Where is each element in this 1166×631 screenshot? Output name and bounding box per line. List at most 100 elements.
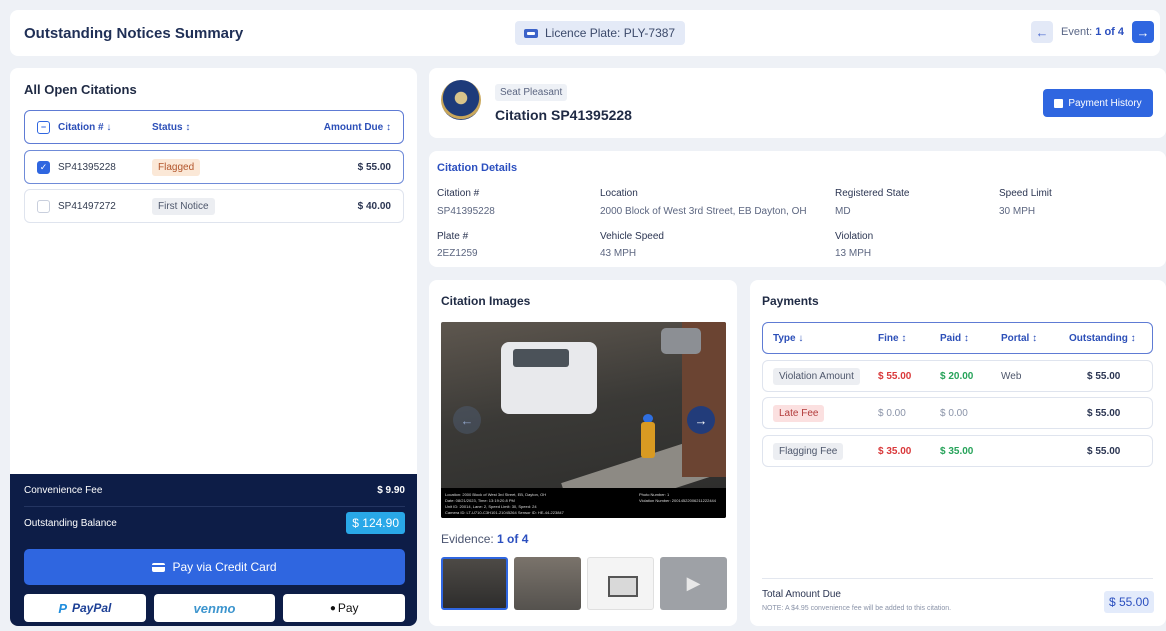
field-label: Violation xyxy=(835,231,874,242)
field-label: Plate # xyxy=(437,231,469,242)
field-value: 2EZ1259 xyxy=(437,248,478,259)
apple-pay-button[interactable]: ● Pay xyxy=(283,594,406,622)
citation-title: Citation SP41395228 xyxy=(495,107,632,123)
event-navigator: ← Event: 1 of 4 → xyxy=(1031,21,1154,43)
citation-details-heading: Citation Details xyxy=(437,162,518,174)
fine-amount: $ 35.00 xyxy=(878,445,912,457)
thumbnail[interactable] xyxy=(514,557,581,610)
payment-footer: Convenience Fee $ 9.90 Outstanding Balan… xyxy=(10,474,417,626)
convenience-fee-label: Convenience Fee xyxy=(24,485,103,496)
evidence-prefix: Evidence: xyxy=(441,532,494,546)
col-amount-due[interactable]: Amount Due ↕ xyxy=(324,122,391,133)
payment-history-button[interactable]: Payment History xyxy=(1043,89,1153,117)
select-all-checkbox[interactable]: − xyxy=(37,120,50,134)
citation-details-card: Citation Details Citation # SP41395228 L… xyxy=(429,151,1166,267)
licence-plate-icon xyxy=(524,28,538,38)
previous-image-button[interactable]: ← xyxy=(453,406,481,434)
paypal-button[interactable]: P PayPal xyxy=(24,594,146,622)
citation-images-heading: Citation Images xyxy=(441,294,531,308)
wallet-buttons: P PayPal venmo ● Pay xyxy=(24,594,406,622)
fine-amount: $ 0.00 xyxy=(878,407,906,419)
field-value: 30 MPH xyxy=(999,206,1036,217)
fine-amount: $ 55.00 xyxy=(878,370,912,382)
outstanding-balance-line: Outstanding Balance $ 124.90 xyxy=(24,512,405,534)
col-status[interactable]: Status ↕ xyxy=(152,122,190,133)
payments-heading: Payments xyxy=(762,294,819,308)
thumbnail[interactable] xyxy=(587,557,654,610)
col-type[interactable]: Type ↓ xyxy=(773,323,803,353)
payment-row: Late Fee $ 0.00 $ 0.00 $ 55.00 xyxy=(762,397,1153,429)
payment-row: Violation Amount $ 55.00 $ 20.00 Web $ 5… xyxy=(762,360,1153,392)
col-citation-number[interactable]: Citation # ↓ xyxy=(58,122,152,133)
thumbnail[interactable] xyxy=(441,557,508,610)
payment-type: Late Fee xyxy=(773,404,825,422)
payments-card: Payments Type ↓ Fine ↕ Paid ↕ Portal ↕ O… xyxy=(750,280,1166,626)
jurisdiction-tag: Seat Pleasant xyxy=(495,84,568,101)
play-icon: ▶ xyxy=(686,573,701,593)
citation-number: SP41395228 xyxy=(58,161,116,173)
photo-caption-right: Photo Number: 1 Violation Number: 200145… xyxy=(638,492,716,503)
payment-type: Violation Amount xyxy=(773,367,860,385)
col-outstanding[interactable]: Outstanding ↕ xyxy=(1069,323,1136,353)
status-badge: First Notice xyxy=(152,197,215,215)
sort-icon: ↕ xyxy=(386,121,391,133)
outstanding-balance-value: $ 124.90 xyxy=(346,512,405,534)
sort-down-icon: ↓ xyxy=(798,332,804,344)
venmo-button[interactable]: venmo xyxy=(153,594,276,622)
total-amount-value: $ 55.00 xyxy=(1103,591,1154,613)
licence-plate-pill: Licence Plate: PLY-7387 xyxy=(515,21,686,45)
evidence-counter: Evidence: 1 of 4 xyxy=(441,532,528,546)
licence-plate-label: Licence Plate: PLY-7387 xyxy=(545,26,676,40)
sort-icon: ↕ xyxy=(1032,332,1038,344)
outstanding-balance-label: Outstanding Balance xyxy=(24,517,117,529)
amount-due: $ 55.00 xyxy=(357,161,391,173)
video-thumbnail[interactable]: ▶ xyxy=(660,557,727,610)
field-value: 43 MPH xyxy=(600,248,637,259)
total-amount-label: Total Amount Due xyxy=(762,589,841,600)
outstanding-amount: $ 55.00 xyxy=(1087,445,1121,457)
citation-number: SP41497272 xyxy=(58,200,116,212)
col-fine[interactable]: Fine ↕ xyxy=(878,323,906,353)
event-counter: Event: 1 of 4 xyxy=(1061,26,1124,38)
payment-history-label: Payment History xyxy=(1068,97,1142,109)
fire-hydrant xyxy=(641,422,655,458)
row-checkbox[interactable] xyxy=(37,199,50,213)
amount-due: $ 40.00 xyxy=(357,200,391,212)
sort-icon: ↕ xyxy=(185,121,191,133)
paid-amount: $ 20.00 xyxy=(940,370,974,382)
col-portal[interactable]: Portal ↕ xyxy=(1001,323,1037,353)
citation-row[interactable]: SP41497272 First Notice $ 40.00 xyxy=(24,189,404,223)
field-value: 13 MPH xyxy=(835,248,872,259)
arrow-right-icon: → xyxy=(1136,24,1150,40)
evidence-photo[interactable]: Location: 2000 Block of West 3rd Street,… xyxy=(441,322,726,518)
open-citations-heading: All Open Citations xyxy=(24,82,137,97)
pay-credit-card-button[interactable]: Pay via Credit Card xyxy=(24,549,405,585)
row-checkbox[interactable]: ✓ xyxy=(37,160,50,174)
convenience-fee-note: NOTE: A $4.95 convenience fee will be ad… xyxy=(762,605,952,612)
field-label: Vehicle Speed xyxy=(600,231,664,242)
field-label: Location xyxy=(600,188,638,199)
arrow-left-icon: ← xyxy=(460,412,474,428)
city-seal-logo xyxy=(441,80,481,120)
paypal-icon: P xyxy=(58,600,67,616)
next-event-button[interactable]: → xyxy=(1132,21,1154,43)
open-citations-panel: All Open Citations − Citation # ↓ Status… xyxy=(10,68,417,626)
citation-row[interactable]: ✓ SP41395228 Flagged $ 55.00 xyxy=(24,150,404,184)
apple-pay-label: Pay xyxy=(337,601,359,615)
apple-icon: ● xyxy=(329,602,336,614)
col-paid[interactable]: Paid ↕ xyxy=(940,323,969,353)
field-label: Citation # xyxy=(437,188,480,199)
portal: Web xyxy=(1001,370,1022,382)
arrow-right-icon: → xyxy=(694,412,708,428)
top-bar: Outstanding Notices Summary Licence Plat… xyxy=(10,10,1160,56)
credit-card-icon xyxy=(152,562,166,572)
status-badge: Flagged xyxy=(152,158,201,176)
convenience-fee-value: $ 9.90 xyxy=(377,485,405,496)
event-prefix: Event: xyxy=(1061,26,1093,38)
previous-event-button[interactable]: ← xyxy=(1031,21,1054,43)
payments-table-header: Type ↓ Fine ↕ Paid ↕ Portal ↕ Outstandin… xyxy=(762,322,1153,354)
payment-row: Flagging Fee $ 35.00 $ 35.00 $ 55.00 xyxy=(762,435,1153,467)
background-car xyxy=(661,328,701,354)
evidence-value: 1 of 4 xyxy=(497,532,529,546)
next-image-button[interactable]: → xyxy=(687,406,715,434)
